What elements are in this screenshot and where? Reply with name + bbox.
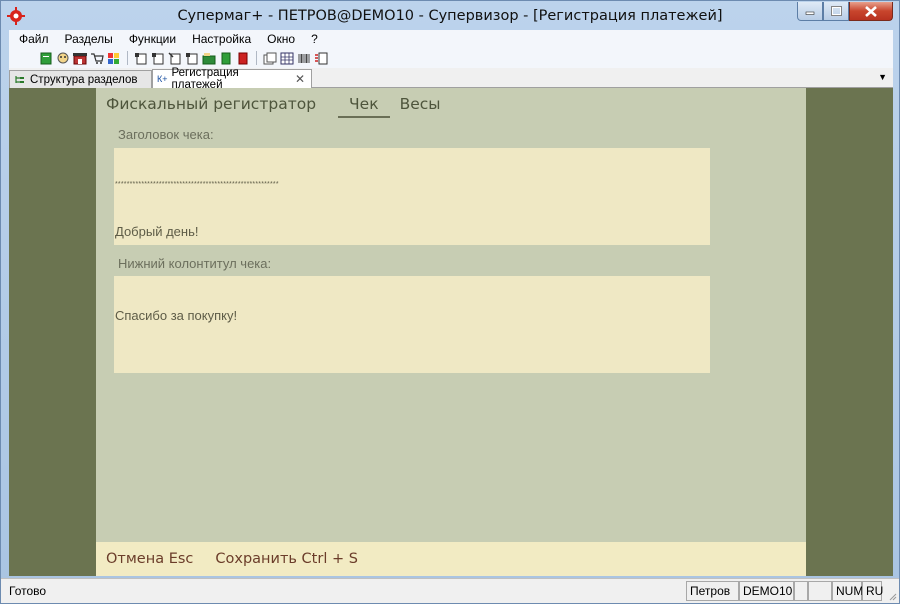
status-empty-2 xyxy=(808,581,832,601)
minimize-icon xyxy=(805,11,815,15)
window-title: Супермаг+ - ПЕТРОВ@DEMO10 - Супервизор -… xyxy=(177,8,723,24)
red-book-icon[interactable] xyxy=(236,51,250,65)
tab-fiscal-registrar[interactable]: Фискальный регистратор xyxy=(106,94,326,118)
tab-list-dropdown-icon[interactable]: ▼ xyxy=(878,72,887,82)
resize-grip-icon[interactable] xyxy=(887,591,897,601)
header-label: Заголовок чека: xyxy=(118,127,214,142)
tab-close-icon[interactable]: ✕ xyxy=(295,72,305,86)
list-icon[interactable] xyxy=(314,51,328,65)
barcode-icon[interactable] xyxy=(297,51,311,65)
document-tabstrip: Структура разделов К+ Регистрация платеж… xyxy=(9,67,893,91)
status-bar: Готово Петров DEMO10 NUM RU xyxy=(1,578,899,603)
toolbar-separator xyxy=(256,51,257,65)
cart-icon[interactable] xyxy=(90,51,104,65)
content-area: Фискальный регистратор Чек Весы Заголово… xyxy=(9,88,893,576)
house-icon[interactable] xyxy=(73,51,87,65)
menu-window[interactable]: Окно xyxy=(259,32,303,46)
footer-text: Спасибо за покупку! xyxy=(115,308,238,323)
grid-icon[interactable] xyxy=(107,51,121,65)
action-bar: Отмена Esc Сохранить Ctrl + S xyxy=(96,542,806,576)
menu-settings[interactable]: Настройка xyxy=(184,32,259,46)
window-icon[interactable] xyxy=(263,51,277,65)
tab-scales[interactable]: Весы xyxy=(400,94,451,118)
status-database: DEMO10 xyxy=(739,581,794,601)
k-plus-icon: К+ xyxy=(157,74,168,84)
group-icon[interactable] xyxy=(56,51,70,65)
green-doc-icon[interactable] xyxy=(39,51,53,65)
green-book-icon[interactable] xyxy=(219,51,233,65)
doc2-icon[interactable] xyxy=(151,51,165,65)
status-empty-1 xyxy=(794,581,808,601)
tree-icon xyxy=(15,75,24,83)
tab-label: Структура разделов xyxy=(30,73,138,86)
save-button[interactable]: Сохранить Ctrl + S xyxy=(215,551,358,567)
tab-sections-structure[interactable]: Структура разделов xyxy=(9,70,152,88)
tab-payment-registration[interactable]: К+ Регистрация платежей ✕ xyxy=(152,67,312,91)
cancel-button[interactable]: Отмена Esc xyxy=(106,551,193,567)
footer-label: Нижний колонтитул чека: xyxy=(118,256,272,271)
maximize-button[interactable] xyxy=(823,2,849,21)
header-greeting: Добрый день! xyxy=(115,224,199,239)
receipt-footer-textarea[interactable]: Спасибо за покупку! xyxy=(114,276,710,373)
tab-receipt[interactable]: Чек xyxy=(338,94,390,118)
minimize-button[interactable] xyxy=(797,2,823,21)
menu-sections[interactable]: Разделы xyxy=(57,32,121,46)
title-bar[interactable]: Супермаг+ - ПЕТРОВ@DEMO10 - Супервизор -… xyxy=(1,1,899,31)
close-button[interactable] xyxy=(849,2,893,21)
close-icon xyxy=(865,5,877,17)
toolbar xyxy=(9,48,893,68)
status-language: RU xyxy=(862,581,883,601)
app-window: Супермаг+ - ПЕТРОВ@DEMO10 - Супервизор -… xyxy=(0,0,900,604)
status-num-lock: NUM xyxy=(832,581,863,601)
status-user: Петров xyxy=(686,581,739,601)
doc4-icon[interactable] xyxy=(185,51,199,65)
doc3-icon[interactable] xyxy=(168,51,182,65)
table-icon[interactable] xyxy=(280,51,294,65)
menu-bar: Файл Разделы Функции Настройка Окно ? xyxy=(9,30,893,48)
menu-file[interactable]: Файл xyxy=(9,32,57,46)
receipt-header-textarea[interactable]: ****************************************… xyxy=(114,148,710,245)
menu-help[interactable]: ? xyxy=(303,32,326,46)
settings-panel: Фискальный регистратор Чек Весы Заголово… xyxy=(96,88,806,576)
doc1-icon[interactable] xyxy=(134,51,148,65)
folder-icon[interactable] xyxy=(202,51,216,65)
header-stars-line: ****************************************… xyxy=(115,181,279,188)
menu-functions[interactable]: Функции xyxy=(121,32,184,46)
status-text: Готово xyxy=(9,584,47,598)
panel-tabs: Фискальный регистратор Чек Весы xyxy=(106,94,461,118)
toolbar-separator xyxy=(127,51,128,65)
maximize-icon xyxy=(830,6,842,16)
